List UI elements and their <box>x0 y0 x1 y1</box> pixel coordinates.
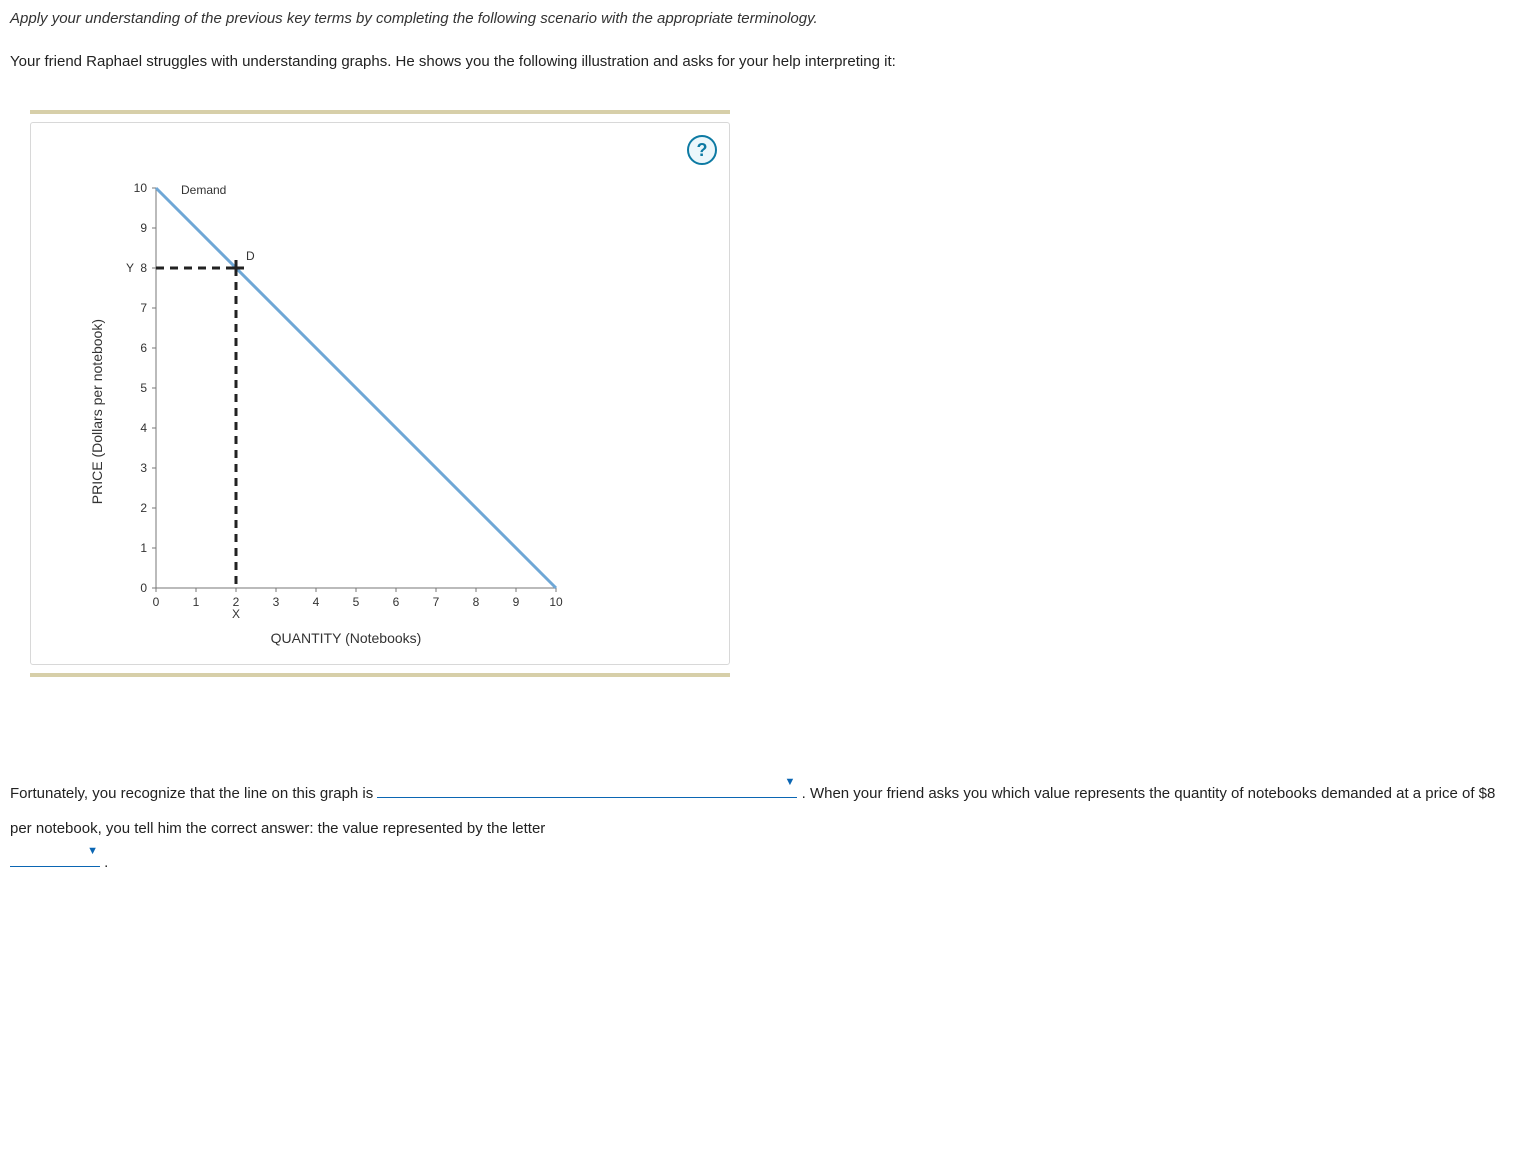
x-tick-5: 5 <box>353 595 360 609</box>
dropdown-line-type[interactable]: ▼ <box>377 796 797 798</box>
help-icon[interactable]: ? <box>687 135 717 165</box>
x-tick-3: 3 <box>273 595 280 609</box>
instruction-text: Apply your understanding of the previous… <box>10 10 1507 27</box>
y-tick-1: 1 <box>140 541 147 555</box>
x-tick-0: 0 <box>153 595 160 609</box>
dropdown-letter[interactable]: ▼ <box>10 865 100 867</box>
graph-panel: ? PRICE (Dollars per notebook) 0 <box>30 110 730 677</box>
y-tick-8: 8 <box>140 261 147 275</box>
y-tick-3: 3 <box>140 461 147 475</box>
x-tick-8: 8 <box>473 595 480 609</box>
panel-top-rule <box>30 110 730 114</box>
y-tick-4: 4 <box>140 421 147 435</box>
Y-label: Y <box>126 261 134 275</box>
y-axis-label: PRICE (Dollars per notebook) <box>89 319 105 504</box>
chart-column: 0 1 2 3 4 5 6 7 8 9 10 <box>111 178 581 646</box>
completion-part3: . <box>104 854 108 871</box>
completion-part1: Fortunately, you recognize that the line… <box>10 785 377 802</box>
demand-chart: 0 1 2 3 4 5 6 7 8 9 10 <box>111 178 581 628</box>
x-tick-7: 7 <box>433 595 440 609</box>
graph-box: ? PRICE (Dollars per notebook) 0 <box>30 122 730 665</box>
y-tick-7: 7 <box>140 301 147 315</box>
y-ticks: 0 1 2 3 4 5 6 7 8 9 10 <box>134 181 156 595</box>
demand-line <box>156 188 556 588</box>
y-tick-10: 10 <box>134 181 148 195</box>
x-ticks: 0 1 2 3 4 5 6 7 8 9 10 <box>153 588 563 609</box>
y-tick-9: 9 <box>140 221 147 235</box>
panel-bottom-rule <box>30 673 730 677</box>
scenario-text: Your friend Raphael struggles with under… <box>10 53 1507 70</box>
caret-down-icon: ▼ <box>87 839 98 864</box>
completion-paragraph: Fortunately, you recognize that the line… <box>10 777 1507 881</box>
y-tick-5: 5 <box>140 381 147 395</box>
x-tick-9: 9 <box>513 595 520 609</box>
y-tick-0: 0 <box>140 581 147 595</box>
chart-wrap: PRICE (Dollars per notebook) 0 1 <box>49 178 711 646</box>
x-tick-6: 6 <box>393 595 400 609</box>
y-tick-2: 2 <box>140 501 147 515</box>
x-axis-label: QUANTITY (Notebooks) <box>271 630 422 646</box>
x-tick-10: 10 <box>549 595 563 609</box>
point-D-label: D <box>246 249 255 263</box>
x-tick-4: 4 <box>313 595 320 609</box>
x-tick-1: 1 <box>193 595 200 609</box>
y-tick-6: 6 <box>140 341 147 355</box>
demand-line-label: Demand <box>181 183 226 197</box>
page: Apply your understanding of the previous… <box>0 0 1517 941</box>
caret-down-icon: ▼ <box>785 770 796 795</box>
X-label: X <box>232 607 240 621</box>
